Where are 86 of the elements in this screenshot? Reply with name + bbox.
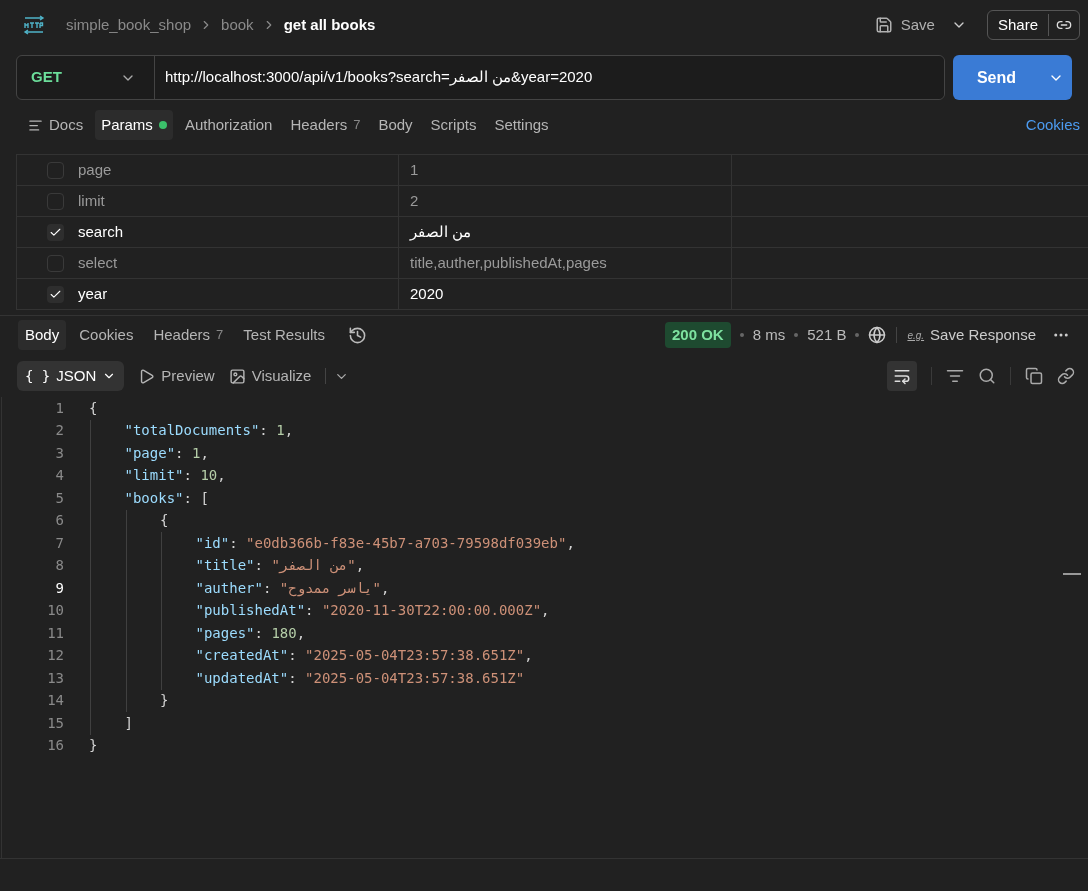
- line-number: 6: [54, 511, 64, 531]
- docs-icon: [28, 117, 43, 133]
- code-line: {: [89, 398, 98, 418]
- breadcrumb-link[interactable]: simple_book_shop: [66, 13, 192, 37]
- line-number: 1: [54, 398, 64, 418]
- param-value: 2020: [410, 283, 444, 304]
- line-number: 2: [54, 421, 64, 441]
- play-icon: [138, 367, 156, 385]
- braces-icon: { }: [25, 365, 51, 387]
- line-number: 10: [46, 601, 64, 621]
- param-checkbox[interactable]: [47, 192, 64, 210]
- code-line: "publishedAt": "2020-11-30T22:00:00.000Z",: [195, 601, 550, 621]
- line-number: 3: [54, 443, 64, 463]
- code-line: "page": 1,: [124, 443, 209, 463]
- status-badge: 200 OK: [665, 321, 731, 349]
- http-icon: [22, 15, 46, 35]
- format-select[interactable]: { } JSON: [17, 361, 125, 391]
- save-button[interactable]: Save: [866, 9, 943, 41]
- line-number: 16: [46, 736, 64, 756]
- request-tab[interactable]: Authorization: [178, 110, 279, 140]
- visualize-button[interactable]: Visualize: [228, 364, 312, 388]
- image-icon: [228, 367, 246, 385]
- response-tab[interactable]: Body: [18, 320, 67, 350]
- line-number: 9: [54, 578, 64, 598]
- preview-button[interactable]: Preview: [138, 364, 215, 388]
- line-number: 12: [46, 646, 64, 666]
- line-number: 13: [46, 668, 64, 688]
- param-key: limit: [78, 189, 105, 213]
- code-line: "updatedAt": "2025-05-04T23:57:38.651Z": [195, 668, 525, 688]
- code-line: ]: [124, 713, 133, 733]
- search-icon[interactable]: [978, 367, 996, 385]
- response-tab[interactable]: Headers 7: [146, 320, 231, 350]
- param-value: من الصفر: [410, 221, 472, 243]
- param-checkbox[interactable]: [47, 285, 64, 303]
- response-tab[interactable]: Test Results: [236, 320, 333, 350]
- request-tab[interactable]: Scripts: [424, 110, 483, 140]
- globe-icon[interactable]: [868, 326, 887, 344]
- wrap-button[interactable]: [887, 361, 917, 391]
- copy-icon[interactable]: [1025, 367, 1043, 385]
- line-number: 11: [46, 623, 64, 643]
- response-time: 8 ms: [752, 324, 786, 345]
- line-number: 5: [54, 488, 64, 508]
- line-number: 7: [54, 533, 64, 553]
- link-icon[interactable]: [1057, 367, 1075, 385]
- line-number: 8: [54, 556, 64, 576]
- param-key: select: [78, 251, 118, 275]
- code-line: {: [160, 511, 169, 531]
- param-value: title,auther,publishedAt,pages: [410, 252, 607, 273]
- send-button[interactable]: Send: [953, 55, 1040, 100]
- breadcrumb-link[interactable]: book: [221, 13, 254, 37]
- param-key: search: [78, 220, 124, 244]
- line-number: 14: [46, 691, 64, 711]
- request-title: get all books: [283, 14, 376, 35]
- param-key: page: [78, 158, 112, 182]
- response-tab[interactable]: Cookies: [72, 320, 141, 350]
- param-key: year: [78, 282, 108, 306]
- cookies-link[interactable]: Cookies: [1025, 113, 1080, 137]
- request-tab[interactable]: Headers 7: [284, 110, 367, 140]
- param-checkbox[interactable]: [47, 254, 64, 272]
- response-size: 521 B: [807, 324, 847, 345]
- wrap-icon: [893, 367, 911, 385]
- example-icon: e.g.: [907, 327, 925, 343]
- line-number: 15: [46, 713, 64, 733]
- code-line: "books": [: [124, 488, 209, 508]
- request-tab[interactable]: Settings: [488, 110, 555, 140]
- request-tab[interactable]: Params: [95, 110, 173, 140]
- save-icon: [874, 16, 893, 34]
- filter-icon[interactable]: [946, 367, 964, 385]
- code-line: "createdAt": "2025-05-04T23:57:38.651Z",: [195, 646, 533, 666]
- code-line: "totalDocuments": 1,: [124, 421, 294, 441]
- history-icon[interactable]: [348, 325, 368, 345]
- code-line: "limit": 10,: [124, 466, 226, 486]
- request-tab[interactable]: Body: [372, 110, 419, 140]
- param-checkbox[interactable]: [47, 223, 64, 241]
- param-value: 1: [410, 159, 419, 180]
- save-response-button[interactable]: e.g. Save Response: [907, 323, 1036, 347]
- code-line: "pages": 180,: [195, 623, 306, 643]
- scrollbar-thumb[interactable]: [1063, 573, 1081, 575]
- share-button[interactable]: Share: [987, 13, 1049, 37]
- code-line: }: [89, 736, 98, 756]
- code-line: "id": "e0db366b-f83e-45b7-a703-79598df039eb",: [195, 533, 575, 553]
- code-line: }: [160, 691, 169, 711]
- line-number: 4: [54, 466, 64, 486]
- param-value: 2: [410, 190, 419, 211]
- param-checkbox[interactable]: [47, 161, 64, 179]
- request-tab[interactable]: Docs: [22, 110, 90, 140]
